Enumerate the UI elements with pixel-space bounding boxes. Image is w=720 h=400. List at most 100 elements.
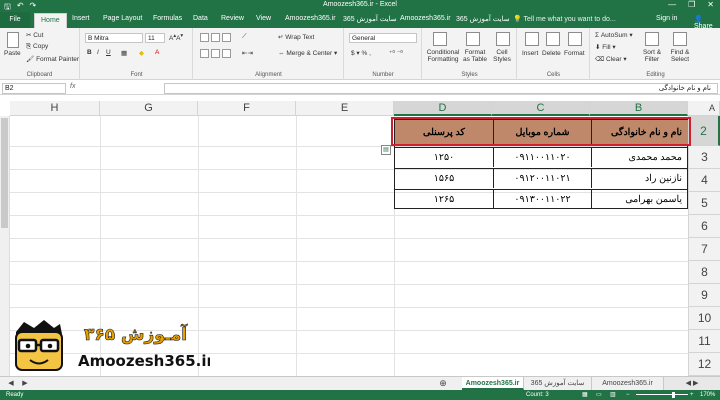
row-header-12[interactable]: 12 [688, 353, 720, 376]
quick-analysis-icon[interactable]: ▤ [381, 145, 391, 155]
conditional-formatting-button[interactable]: Conditional Formatting [426, 49, 460, 63]
tab-view[interactable]: View [256, 15, 271, 22]
sheet-tab-amoozesh-active[interactable]: Amoozesh365.ir [462, 377, 524, 390]
number-format-select[interactable]: General [349, 33, 417, 43]
fill-button[interactable]: ⬇ Fill ▾ [595, 43, 616, 51]
tab-data[interactable]: Data [193, 15, 208, 22]
tab-home[interactable]: Home [34, 13, 67, 28]
column-header-c[interactable]: C [492, 101, 590, 116]
tab-review[interactable]: Review [221, 15, 244, 22]
bold-button[interactable]: B [87, 49, 92, 56]
copy-button[interactable]: ⎘ Copy [26, 43, 48, 51]
table-cell[interactable]: محمد محمدی [591, 147, 688, 167]
zoom-in-icon[interactable]: + [690, 390, 694, 400]
insert-cells-icon[interactable] [525, 32, 539, 46]
delete-button[interactable]: Delete [542, 50, 561, 57]
row-header-5[interactable]: 5 [688, 192, 720, 215]
close-button[interactable]: ✕ [707, 0, 714, 9]
find-select-button[interactable]: Find & Select [667, 49, 693, 63]
view-normal-icon[interactable]: ▦ [582, 390, 588, 400]
font-size-select[interactable]: 11 [145, 33, 165, 43]
cell-styles-button[interactable]: Cell Styles [492, 49, 512, 63]
currency-icon[interactable]: $ ▾ % , [351, 49, 371, 57]
table-cell[interactable]: ۰۹۱۱۰۰۱۱۰۲۰ [493, 147, 591, 167]
table-cell[interactable]: ۰۹۱۳۰۰۱۱۰۲۲ [493, 189, 591, 209]
grow-font-icon[interactable]: A▴A▾ [169, 33, 183, 42]
name-box[interactable]: B2 [2, 83, 66, 94]
fx-icon[interactable]: fx [70, 83, 75, 90]
column-header-e[interactable]: E [296, 101, 394, 116]
paste-button[interactable]: Paste [4, 50, 21, 57]
view-page-layout-icon[interactable]: ▭ [596, 390, 602, 400]
conditional-formatting-icon[interactable] [433, 32, 447, 46]
underline-button[interactable]: U [106, 49, 111, 56]
table-cell[interactable]: ۱۵۶۵ [395, 168, 493, 188]
tab-amoozesh-2[interactable]: Amoozesh365.ir [400, 15, 451, 22]
row-header-3[interactable]: 3 [688, 146, 720, 169]
tab-file[interactable]: File [0, 12, 30, 28]
column-header-d[interactable]: D [394, 101, 492, 116]
sheet-tab-site[interactable]: سایت آموزش 365 [524, 377, 592, 390]
paste-icon[interactable] [7, 32, 19, 48]
table-cell[interactable]: ۰۹۱۲۰۰۱۱۰۲۱ [493, 168, 591, 188]
tab-site-2[interactable]: سایت آموزش 365 [456, 15, 510, 23]
format-button[interactable]: Format [564, 50, 585, 57]
column-header-b[interactable]: B [590, 101, 688, 116]
sort-filter-icon[interactable] [645, 32, 659, 46]
tab-site-1[interactable]: سایت آموزش 365 [343, 15, 397, 23]
view-page-break-icon[interactable]: ▥ [610, 390, 616, 400]
new-sheet-icon[interactable]: ⊕ [436, 377, 450, 390]
format-cells-icon[interactable] [568, 32, 582, 46]
table-cell[interactable]: یاسمن بهرامی [591, 189, 688, 209]
vertical-scrollbar[interactable] [0, 116, 10, 376]
scroll-thumb[interactable] [1, 118, 8, 228]
wrap-text-button[interactable]: ↵ Wrap Text [278, 33, 314, 41]
find-select-icon[interactable] [673, 32, 687, 46]
sort-filter-button[interactable]: Sort & Filter [639, 49, 665, 63]
zoom-slider[interactable] [636, 394, 688, 395]
formula-input[interactable]: نام و نام خانوادگی [164, 83, 718, 94]
orientation-icon[interactable]: ⟋ [242, 33, 247, 41]
row-header-6[interactable]: 6 [688, 215, 720, 238]
autosum-button[interactable]: Σ AutoSum ▾ [595, 31, 633, 39]
tab-page-layout[interactable]: Page Layout [103, 15, 142, 22]
column-header-h[interactable]: H [10, 101, 100, 116]
minimize-button[interactable]: — [668, 0, 676, 9]
row-header-11[interactable]: 11 [688, 330, 720, 353]
row-header-2[interactable]: 2 [688, 116, 720, 146]
column-header-a[interactable]: A [688, 101, 720, 116]
font-name-select[interactable]: B Mitra [85, 33, 143, 43]
row-header-10[interactable]: 10 [688, 307, 720, 330]
row-header-4[interactable]: 4 [688, 169, 720, 192]
cell-styles-icon[interactable] [496, 32, 510, 46]
sheet-tab-amoozesh[interactable]: Amoozesh365.ir [592, 377, 664, 390]
format-table-icon[interactable] [466, 32, 480, 46]
row-header-8[interactable]: 8 [688, 261, 720, 284]
row-header-9[interactable]: 9 [688, 284, 720, 307]
delete-cells-icon[interactable] [546, 32, 560, 46]
insert-button[interactable]: Insert [522, 50, 538, 57]
zoom-slider-thumb[interactable] [672, 392, 675, 398]
tell-me-search[interactable]: 💡 Tell me what you want to do... [513, 15, 616, 23]
indent-icon[interactable]: ⇤⇥ [242, 49, 253, 57]
tab-amoozesh-1[interactable]: Amoozesh365.ir [285, 15, 336, 22]
tab-scroll-left-icon[interactable]: ◀ [4, 377, 18, 390]
sign-in-link[interactable]: Sign in [656, 15, 677, 22]
zoom-out-icon[interactable]: − [626, 390, 630, 400]
format-as-table-button[interactable]: Format as Table [461, 49, 489, 63]
format-painter-button[interactable]: 🖌 Format Painter [26, 55, 79, 63]
merge-center-button[interactable]: ⇔ Merge & Center ▾ [278, 49, 337, 57]
restore-button[interactable]: ❐ [688, 0, 695, 9]
clear-button[interactable]: ⌫ Clear ▾ [595, 55, 627, 63]
table-cell[interactable]: ۱۲۶۵ [395, 189, 493, 209]
column-header-g[interactable]: G [100, 101, 198, 116]
top-align-icon[interactable] [200, 33, 233, 42]
font-color-icon[interactable]: A [155, 49, 159, 56]
column-header-f[interactable]: F [198, 101, 296, 116]
cut-button[interactable]: ✂ Cut [26, 31, 43, 39]
decimal-icon[interactable]: ⁺⁰ ⁻⁰ [389, 49, 403, 57]
table-cell[interactable]: نازنین راد [591, 168, 688, 188]
tab-scroll-right-icon[interactable]: ▶ [18, 377, 32, 390]
fill-color-icon[interactable]: ◆ [139, 49, 144, 57]
table-cell[interactable]: ۱۲۵۰ [395, 147, 493, 167]
